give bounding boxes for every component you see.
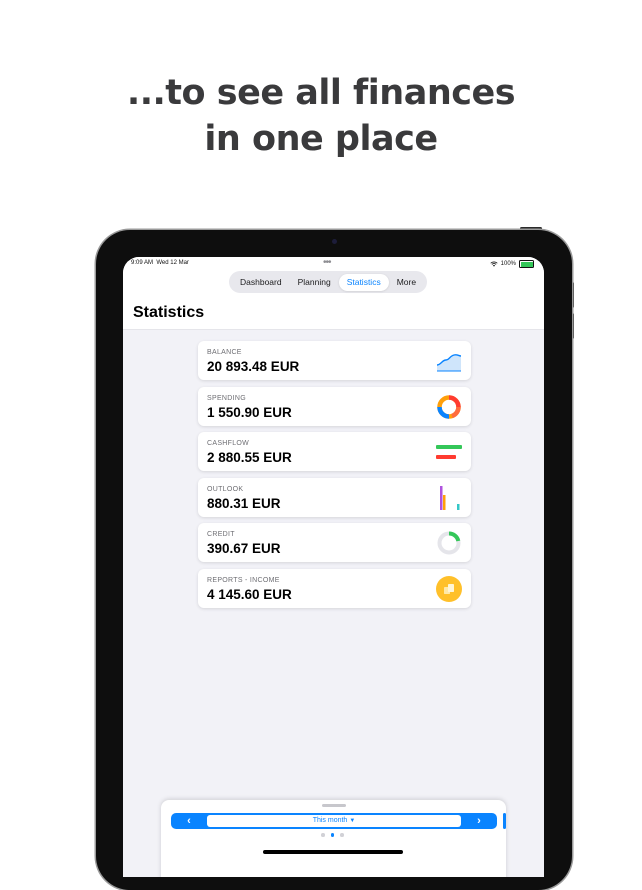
card-label: OUTLOOK — [207, 485, 244, 493]
card-value: 4 145.60 EUR — [207, 586, 292, 602]
card-value: 2 880.55 EUR — [207, 450, 292, 466]
page-indicator[interactable] — [321, 833, 344, 837]
date-text: Wed 12 Mar — [156, 260, 189, 266]
tab-more[interactable]: More — [389, 274, 424, 291]
card-cashflow[interactable]: CASHFLOW 2 880.55 EUR — [198, 432, 471, 472]
home-indicator[interactable] — [263, 850, 403, 854]
statistics-card-list: BALANCE 20 893.48 EUR SPENDING 1 550.90 … — [198, 341, 471, 615]
card-outlook[interactable]: OUTLOOK 880.31 EUR — [198, 477, 471, 517]
wifi-icon — [490, 261, 498, 267]
cashflow-bars-icon — [436, 445, 462, 460]
time-text: 9:09 AM — [131, 260, 154, 266]
card-label: CASHFLOW — [207, 440, 250, 448]
headline-line-2: in one place — [204, 119, 438, 159]
status-bar-time: 9:09 AM Wed 12 Mar — [131, 260, 189, 266]
multitasking-dots-icon[interactable]: ••• — [323, 257, 331, 268]
status-bar-right: 100% — [490, 260, 534, 268]
area-chart-icon — [436, 354, 462, 372]
battery-percent: 100% — [500, 261, 516, 267]
card-value: 1 550.90 EUR — [207, 404, 292, 420]
battery-icon — [519, 260, 534, 268]
tab-planning[interactable]: Planning — [290, 274, 339, 291]
tab-dashboard[interactable]: Dashboard — [232, 274, 290, 291]
tab-statistics[interactable]: Statistics — [338, 273, 389, 291]
tablet-screen: 9:09 AM Wed 12 Mar ••• 100% Dashboard Pl… — [123, 257, 544, 877]
main-tab-bar: Dashboard Planning Statistics More — [229, 271, 428, 293]
page-dot-active — [330, 833, 334, 837]
sheet-grabber[interactable] — [322, 804, 346, 807]
chevron-left-icon[interactable]: ‹ — [181, 813, 197, 829]
front-camera — [332, 239, 337, 244]
headline-line-1: ...to see all finances — [126, 73, 516, 113]
card-label: BALANCE — [207, 349, 242, 356]
page-dot — [340, 833, 344, 837]
caret-down-icon: ▼ — [349, 818, 356, 824]
card-label: SPENDING — [207, 394, 246, 402]
bottom-sheet[interactable]: ‹ This month ▼ › — [161, 800, 506, 877]
next-page-peek — [503, 813, 506, 829]
period-label: This month — [312, 817, 348, 824]
card-value: 880.31 EUR — [207, 495, 281, 511]
donut-chart-icon — [437, 394, 461, 419]
card-credit[interactable]: CREDIT 390.67 EUR — [198, 523, 471, 563]
card-value: 390.67 EUR — [207, 541, 281, 557]
card-value: 20 893.48 EUR — [207, 359, 300, 374]
period-selector: ‹ This month ▼ › — [171, 813, 497, 829]
page-title: Statistics — [133, 304, 205, 321]
period-dropdown[interactable]: This month ▼ — [207, 815, 461, 827]
card-reports-income[interactable]: REPORTS - INCOME 4 145.60 EUR — [198, 568, 471, 608]
reports-coin-icon — [436, 575, 462, 602]
chevron-right-icon[interactable]: › — [471, 813, 487, 829]
top-bar: 9:09 AM Wed 12 Mar ••• 100% Dashboard Pl… — [123, 257, 544, 330]
progress-ring-icon — [437, 531, 461, 555]
card-balance[interactable]: BALANCE 20 893.48 EUR — [198, 341, 471, 380]
card-spending[interactable]: SPENDING 1 550.90 EUR — [198, 386, 471, 426]
page-dot — [321, 833, 325, 837]
bar-chart-icon — [440, 485, 460, 510]
card-label: CREDIT — [207, 531, 235, 539]
card-label: REPORTS - INCOME — [207, 576, 280, 584]
